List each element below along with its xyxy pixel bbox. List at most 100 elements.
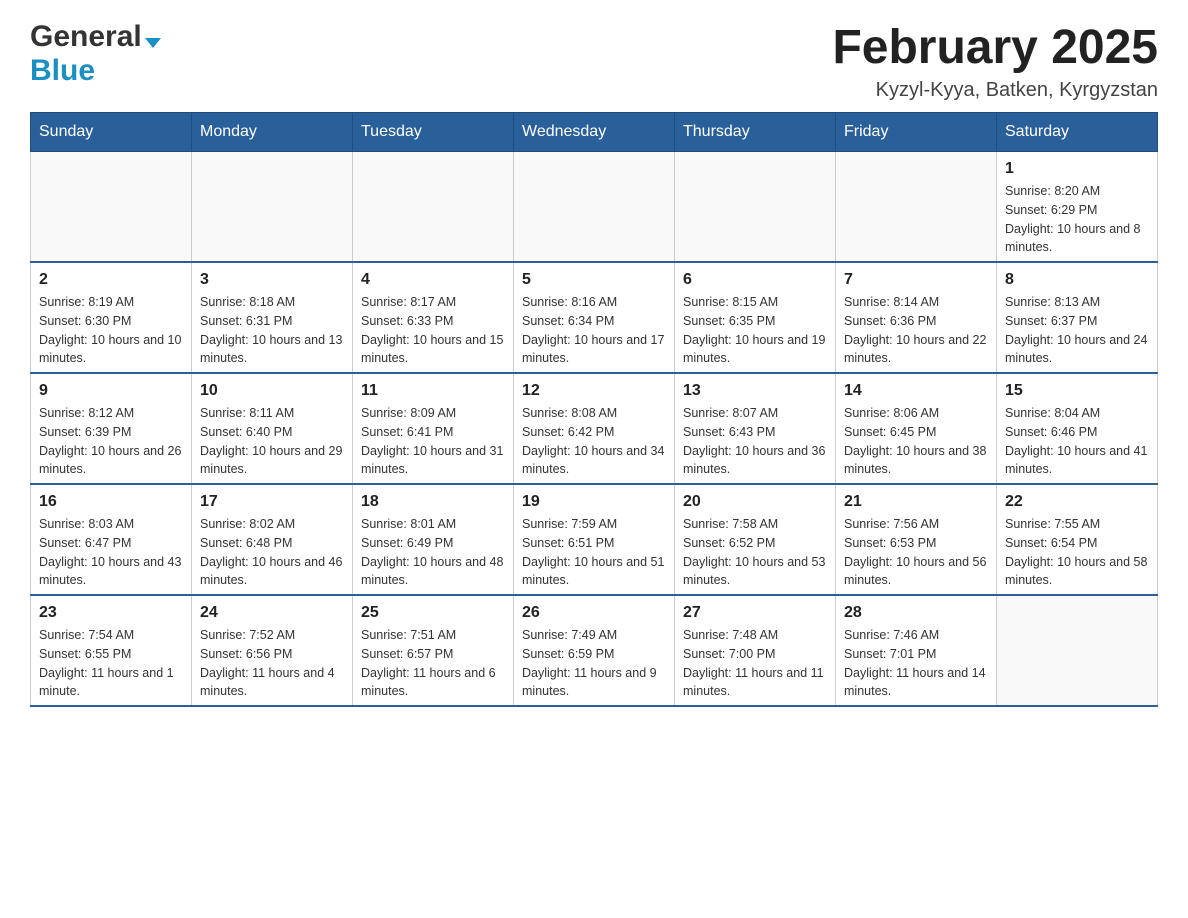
calendar-day-cell xyxy=(836,152,997,263)
day-number: 11 xyxy=(361,382,505,400)
day-number: 16 xyxy=(39,493,183,511)
day-number: 3 xyxy=(200,271,344,289)
calendar-day-cell xyxy=(353,152,514,263)
day-info: Sunrise: 7:54 AMSunset: 6:55 PMDaylight:… xyxy=(39,626,183,701)
day-number: 28 xyxy=(844,604,988,622)
calendar-header-monday: Monday xyxy=(192,113,353,152)
calendar-day-cell: 20 Sunrise: 7:58 AMSunset: 6:52 PMDayligh… xyxy=(675,484,836,595)
calendar-day-cell: 11 Sunrise: 8:09 AMSunset: 6:41 PMDayligh… xyxy=(353,373,514,484)
day-number: 5 xyxy=(522,271,666,289)
calendar-day-cell: 1 Sunrise: 8:20 AMSunset: 6:29 PMDaylight… xyxy=(997,152,1158,263)
location-text: Kyzyl-Kyya, Batken, Kyrgyzstan xyxy=(832,79,1158,102)
calendar-day-cell: 10 Sunrise: 8:11 AMSunset: 6:40 PMDayligh… xyxy=(192,373,353,484)
day-info: Sunrise: 7:59 AMSunset: 6:51 PMDaylight:… xyxy=(522,515,666,590)
day-number: 6 xyxy=(683,271,827,289)
day-info: Sunrise: 7:48 AMSunset: 7:00 PMDaylight:… xyxy=(683,626,827,701)
calendar-day-cell: 6 Sunrise: 8:15 AMSunset: 6:35 PMDaylight… xyxy=(675,262,836,373)
day-number: 9 xyxy=(39,382,183,400)
calendar-day-cell: 8 Sunrise: 8:13 AMSunset: 6:37 PMDaylight… xyxy=(997,262,1158,373)
calendar-header-thursday: Thursday xyxy=(675,113,836,152)
day-info: Sunrise: 7:56 AMSunset: 6:53 PMDaylight:… xyxy=(844,515,988,590)
day-info: Sunrise: 8:17 AMSunset: 6:33 PMDaylight:… xyxy=(361,293,505,368)
day-info: Sunrise: 8:15 AMSunset: 6:35 PMDaylight:… xyxy=(683,293,827,368)
calendar-day-cell: 19 Sunrise: 7:59 AMSunset: 6:51 PMDayligh… xyxy=(514,484,675,595)
day-info: Sunrise: 7:51 AMSunset: 6:57 PMDaylight:… xyxy=(361,626,505,701)
day-number: 7 xyxy=(844,271,988,289)
calendar-header-saturday: Saturday xyxy=(997,113,1158,152)
calendar-day-cell xyxy=(31,152,192,263)
day-number: 4 xyxy=(361,271,505,289)
calendar-day-cell: 4 Sunrise: 8:17 AMSunset: 6:33 PMDaylight… xyxy=(353,262,514,373)
calendar-day-cell: 24Sunrise: 7:52 AMSunset: 6:56 PMDayligh… xyxy=(192,595,353,706)
calendar-header-sunday: Sunday xyxy=(31,113,192,152)
day-info: Sunrise: 8:19 AMSunset: 6:30 PMDaylight:… xyxy=(39,293,183,368)
day-number: 2 xyxy=(39,271,183,289)
calendar-header-tuesday: Tuesday xyxy=(353,113,514,152)
calendar-week-row: 1 Sunrise: 8:20 AMSunset: 6:29 PMDaylight… xyxy=(31,152,1158,263)
calendar-week-row: 16 Sunrise: 8:03 AMSunset: 6:47 PMDayligh… xyxy=(31,484,1158,595)
day-info: Sunrise: 7:49 AMSunset: 6:59 PMDaylight:… xyxy=(522,626,666,701)
calendar-day-cell: 15Sunrise: 8:04 AMSunset: 6:46 PMDayligh… xyxy=(997,373,1158,484)
day-info: Sunrise: 8:18 AMSunset: 6:31 PMDaylight:… xyxy=(200,293,344,368)
calendar-week-row: 2 Sunrise: 8:19 AMSunset: 6:30 PMDaylight… xyxy=(31,262,1158,373)
calendar-day-cell: 22 Sunrise: 7:55 AMSunset: 6:54 PMDayligh… xyxy=(997,484,1158,595)
calendar-day-cell xyxy=(514,152,675,263)
day-info: Sunrise: 8:16 AMSunset: 6:34 PMDaylight:… xyxy=(522,293,666,368)
day-info: Sunrise: 8:02 AMSunset: 6:48 PMDaylight:… xyxy=(200,515,344,590)
day-number: 17 xyxy=(200,493,344,511)
calendar-week-row: 23 Sunrise: 7:54 AMSunset: 6:55 PMDayligh… xyxy=(31,595,1158,706)
calendar-header-wednesday: Wednesday xyxy=(514,113,675,152)
calendar-day-cell: 7 Sunrise: 8:14 AMSunset: 6:36 PMDaylight… xyxy=(836,262,997,373)
day-number: 23 xyxy=(39,604,183,622)
day-number: 20 xyxy=(683,493,827,511)
day-info: Sunrise: 8:09 AMSunset: 6:41 PMDaylight:… xyxy=(361,404,505,479)
calendar-day-cell: 13 Sunrise: 8:07 AMSunset: 6:43 PMDayligh… xyxy=(675,373,836,484)
calendar-week-row: 9 Sunrise: 8:12 AMSunset: 6:39 PMDaylight… xyxy=(31,373,1158,484)
day-number: 15 xyxy=(1005,382,1149,400)
calendar-day-cell: 25 Sunrise: 7:51 AMSunset: 6:57 PMDayligh… xyxy=(353,595,514,706)
logo: General Blue xyxy=(30,20,161,88)
day-info: Sunrise: 8:03 AMSunset: 6:47 PMDaylight:… xyxy=(39,515,183,590)
day-number: 8 xyxy=(1005,271,1149,289)
calendar-day-cell: 9 Sunrise: 8:12 AMSunset: 6:39 PMDaylight… xyxy=(31,373,192,484)
calendar-day-cell: 12Sunrise: 8:08 AMSunset: 6:42 PMDayligh… xyxy=(514,373,675,484)
calendar-day-cell: 18 Sunrise: 8:01 AMSunset: 6:49 PMDayligh… xyxy=(353,484,514,595)
day-number: 19 xyxy=(522,493,666,511)
calendar-day-cell: 17 Sunrise: 8:02 AMSunset: 6:48 PMDayligh… xyxy=(192,484,353,595)
calendar-day-cell: 26 Sunrise: 7:49 AMSunset: 6:59 PMDayligh… xyxy=(514,595,675,706)
calendar-header-friday: Friday xyxy=(836,113,997,152)
logo-chevron-icon xyxy=(145,38,161,48)
day-number: 25 xyxy=(361,604,505,622)
day-info: Sunrise: 8:07 AMSunset: 6:43 PMDaylight:… xyxy=(683,404,827,479)
day-info: Sunrise: 7:46 AMSunset: 7:01 PMDaylight:… xyxy=(844,626,988,701)
day-number: 26 xyxy=(522,604,666,622)
calendar-day-cell xyxy=(675,152,836,263)
day-number: 27 xyxy=(683,604,827,622)
day-number: 1 xyxy=(1005,160,1149,178)
day-number: 12 xyxy=(522,382,666,400)
day-number: 21 xyxy=(844,493,988,511)
day-info: Sunrise: 8:14 AMSunset: 6:36 PMDaylight:… xyxy=(844,293,988,368)
day-info: Sunrise: 8:13 AMSunset: 6:37 PMDaylight:… xyxy=(1005,293,1149,368)
day-number: 22 xyxy=(1005,493,1149,511)
logo-general-text: General xyxy=(30,20,142,54)
day-number: 10 xyxy=(200,382,344,400)
day-info: Sunrise: 8:12 AMSunset: 6:39 PMDaylight:… xyxy=(39,404,183,479)
day-info: Sunrise: 7:58 AMSunset: 6:52 PMDaylight:… xyxy=(683,515,827,590)
title-block: February 2025 Kyzyl-Kyya, Batken, Kyrgyz… xyxy=(832,20,1158,102)
day-info: Sunrise: 8:20 AMSunset: 6:29 PMDaylight:… xyxy=(1005,182,1149,257)
day-number: 18 xyxy=(361,493,505,511)
day-info: Sunrise: 7:55 AMSunset: 6:54 PMDaylight:… xyxy=(1005,515,1149,590)
day-number: 14 xyxy=(844,382,988,400)
calendar-day-cell: 23 Sunrise: 7:54 AMSunset: 6:55 PMDayligh… xyxy=(31,595,192,706)
calendar-header-row: SundayMondayTuesdayWednesdayThursdayFrid… xyxy=(31,113,1158,152)
calendar-day-cell: 2 Sunrise: 8:19 AMSunset: 6:30 PMDaylight… xyxy=(31,262,192,373)
calendar-day-cell: 3 Sunrise: 8:18 AMSunset: 6:31 PMDaylight… xyxy=(192,262,353,373)
day-info: Sunrise: 8:06 AMSunset: 6:45 PMDaylight:… xyxy=(844,404,988,479)
calendar-day-cell xyxy=(997,595,1158,706)
day-info: Sunrise: 8:11 AMSunset: 6:40 PMDaylight:… xyxy=(200,404,344,479)
day-info: Sunrise: 8:01 AMSunset: 6:49 PMDaylight:… xyxy=(361,515,505,590)
calendar-day-cell: 5 Sunrise: 8:16 AMSunset: 6:34 PMDaylight… xyxy=(514,262,675,373)
day-number: 24 xyxy=(200,604,344,622)
day-number: 13 xyxy=(683,382,827,400)
